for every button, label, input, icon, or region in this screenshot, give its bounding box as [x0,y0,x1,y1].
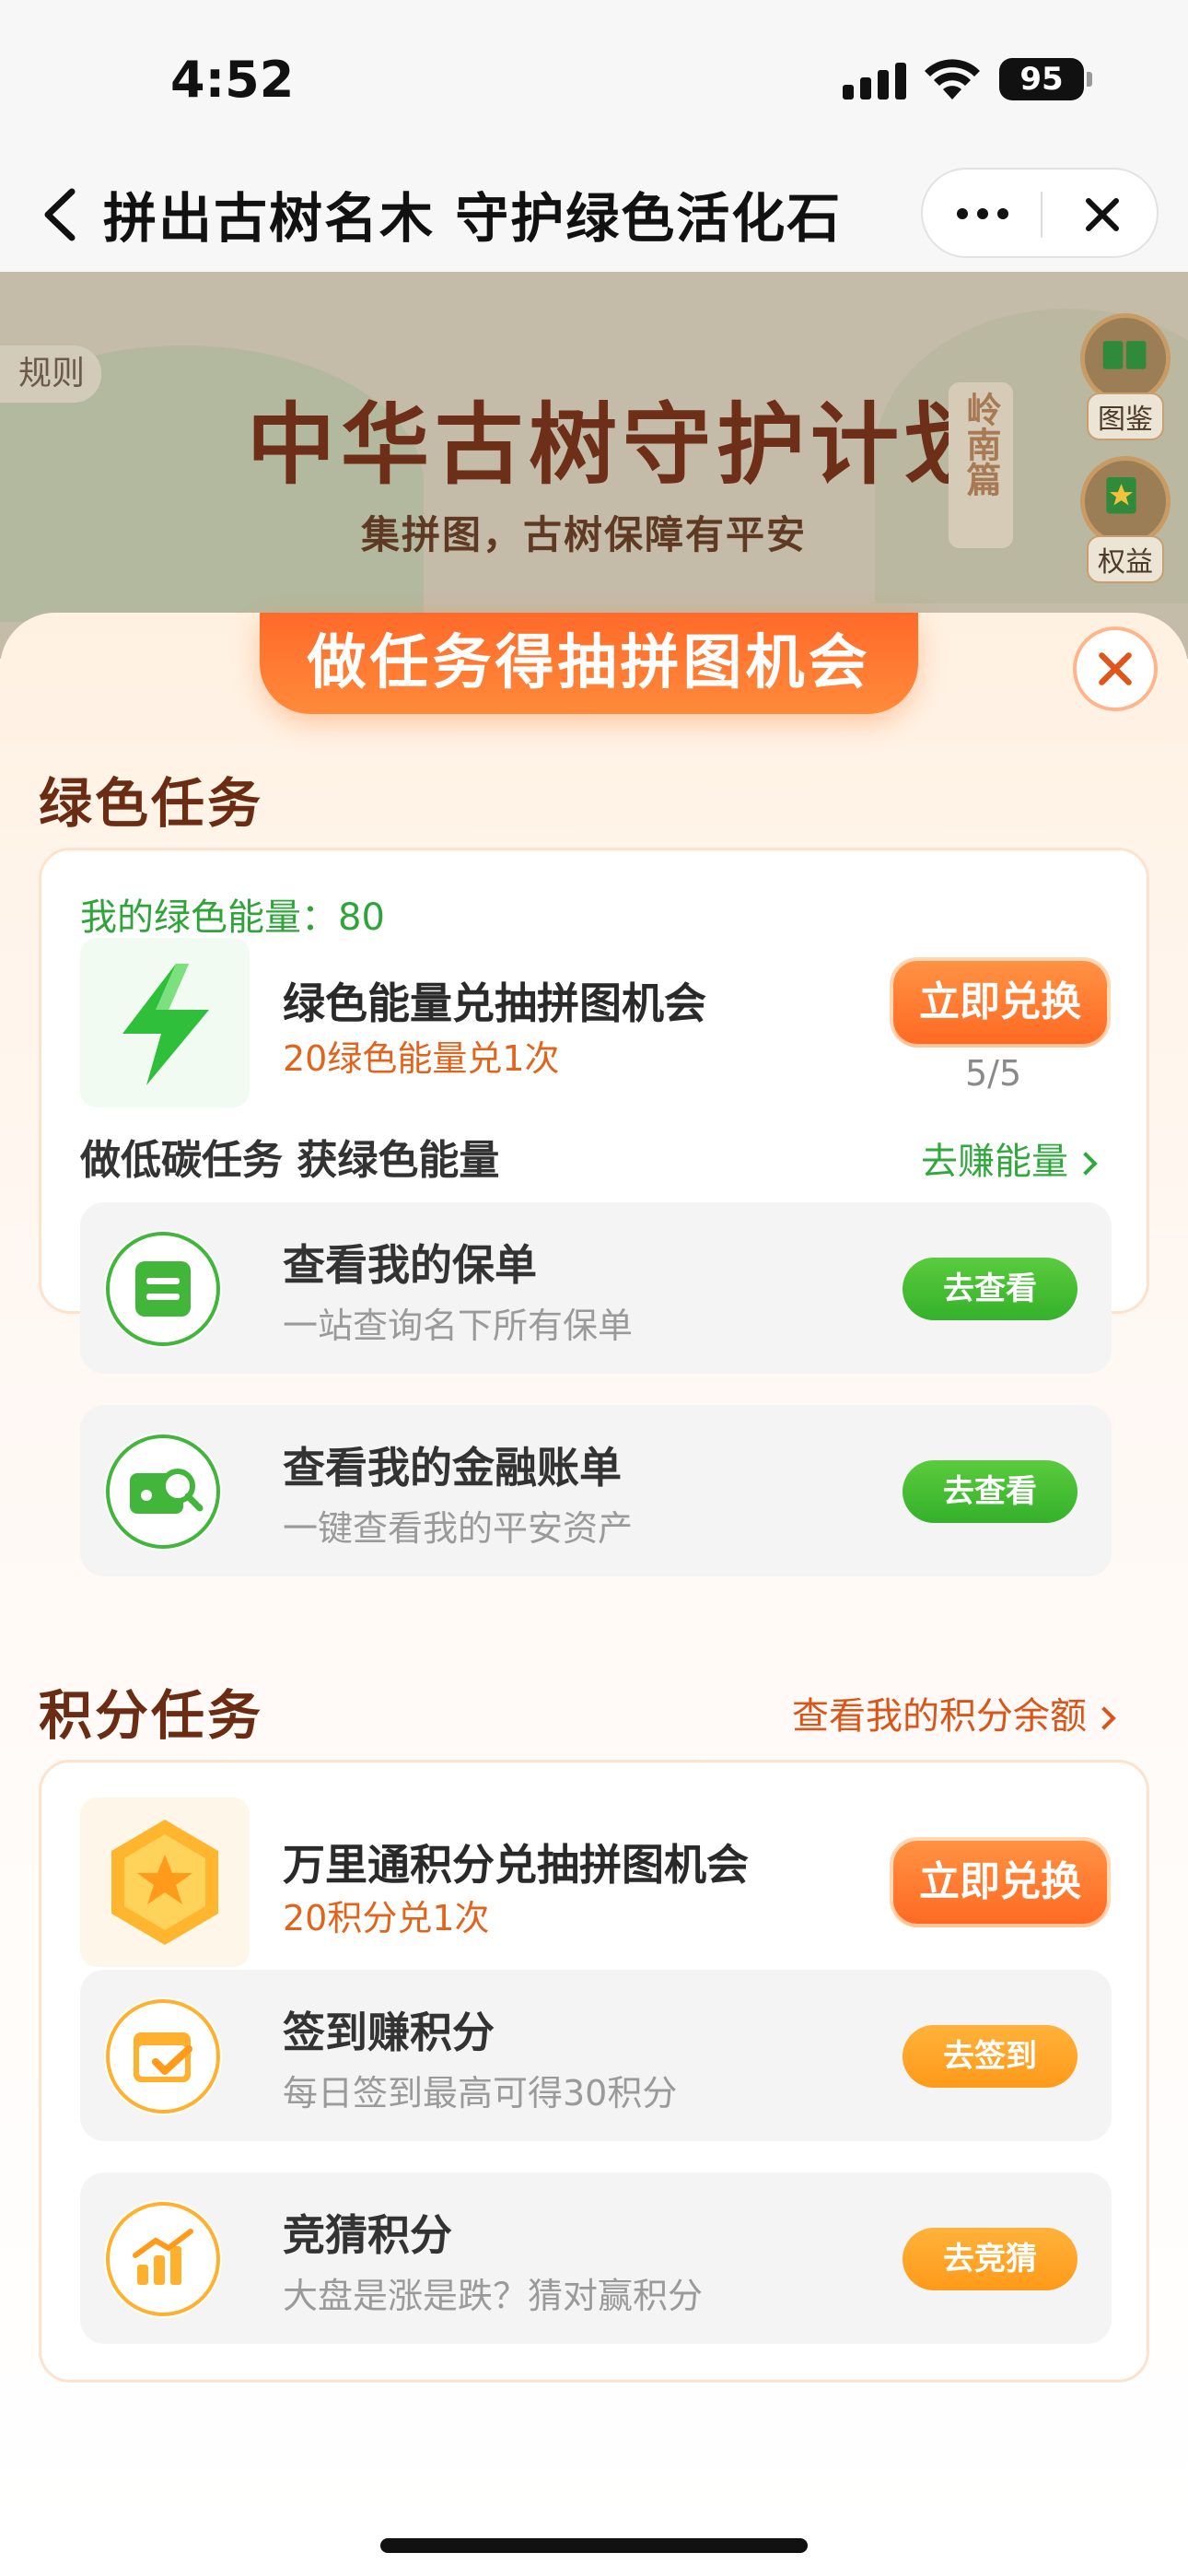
task-description: 大盘是涨是跌？猜对赢积分 [283,2276,704,2316]
catalog-label: 图鉴 [1087,392,1164,440]
task-item: 竞猜积分 大盘是涨是跌？猜对赢积分 去竞猜 [80,2172,1112,2344]
bill-search-icon [104,1433,222,1551]
modal-close-icon[interactable] [1073,626,1158,711]
green-energy-balance: 我的绿色能量：80 [80,896,385,939]
earn-energy-label: 去赚能量 [921,1141,1068,1183]
earn-energy-link[interactable]: 去赚能量 [921,1131,1098,1185]
task-item: 查看我的保单 一站查询名下所有保单 去查看 [80,1202,1112,1374]
task-modal-sheet: 做任务得抽拼图机会 绿色任务 我的绿色能量：80 绿色能量兑抽拼图机会 20绿色… [0,613,1188,2576]
points-balance-label: 查看我的积分余额 [792,1695,1087,1738]
view-policy-button[interactable]: 去查看 [903,1258,1077,1320]
task-title: 竞猜积分 [283,2210,452,2260]
modal-header: 做任务得抽拼图机会 [260,613,918,714]
status-bar: 4:52 95 [0,0,1188,157]
banner-title: 中华古树守护计划 [247,393,998,497]
calendar-check-icon [104,1997,222,2115]
exchange-count: 5/5 [965,1053,1022,1094]
lightning-icon [80,938,250,1107]
status-time: 4:52 [170,51,295,109]
points-section-title: 积分任务 [39,1684,264,1747]
view-bill-button[interactable]: 去查看 [903,1460,1077,1523]
task-title: 查看我的金融账单 [283,1443,622,1493]
policy-icon [104,1230,222,1348]
bar-chart-icon [104,2200,222,2318]
chevron-right-icon [1092,1706,1116,1730]
book-icon [1080,313,1171,404]
benefits-button[interactable]: 权益 [1077,456,1173,583]
capsule-divider [1041,192,1042,238]
chevron-right-icon [1074,1152,1098,1176]
green-section-title: 绿色任务 [39,772,264,835]
green-task-card: 我的绿色能量：80 绿色能量兑抽拼图机会 20绿色能量兑1次 立即兑换 5/5 … [39,848,1149,1576]
rules-button[interactable]: 规则 [0,345,101,403]
task-title: 签到赚积分 [283,2008,495,2057]
check-in-button[interactable]: 去签到 [903,2025,1077,2088]
star-badge-icon [1080,456,1171,546]
banner-subtitle: 集拼图，古树保障有平安 [361,512,808,557]
task-title: 查看我的保单 [283,1240,537,1290]
task-item: 签到赚积分 每日签到最高可得30积分 去签到 [80,1970,1112,2141]
catalog-button[interactable]: 图鉴 [1077,313,1173,440]
guess-button[interactable]: 去竞猜 [903,2228,1077,2290]
battery-tip [1087,72,1092,87]
task-description: 一键查看我的平安资产 [283,1508,634,1549]
home-indicator [380,2538,808,2553]
wifi-icon [925,59,980,100]
task-item: 查看我的金融账单 一键查看我的平安资产 去查看 [80,1405,1112,1576]
points-exchange-button[interactable]: 立即兑换 [893,1841,1107,1924]
region-tag: 岭南篇 [949,382,1013,548]
mini-program-capsule [921,168,1159,258]
task-description: 一站查询名下所有保单 [283,1306,634,1346]
campaign-banner: 规则 中华古树守护计划 集拼图，古树保障有平安 岭南篇 图鉴 权益 [0,272,1188,659]
points-exchange-title: 万里通积分兑抽拼图机会 [283,1840,749,1890]
green-exchange-title: 绿色能量兑抽拼图机会 [283,978,706,1028]
page-title: 拼出古树名木 守护绿色活化石 [103,187,843,250]
low-carbon-heading: 做低碳任务 获绿色能量 [80,1137,500,1184]
points-exchange-subtitle: 20积分兑1次 [283,1898,490,1938]
cellular-signal-icon [843,63,906,100]
green-exchange-button[interactable]: 立即兑换 [893,961,1107,1044]
task-description: 每日签到最高可得30积分 [283,2073,678,2113]
points-coin-icon [80,1797,250,1967]
points-balance-link[interactable]: 查看我的积分余额 [792,1686,1116,1739]
battery-indicator: 95 [999,58,1084,100]
points-task-card: 万里通积分兑抽拼图机会 20积分兑1次 立即兑换 签到赚积分 每日签到最高可得3… [39,1760,1149,2383]
navigation-bar: 拼出古树名木 守护绿色活化石 [0,157,1188,272]
region-tag-text: 岭南篇 [961,392,1001,497]
green-exchange-subtitle: 20绿色能量兑1次 [283,1038,560,1079]
benefits-label: 权益 [1087,535,1164,583]
close-icon[interactable] [1079,192,1125,238]
back-arrow-icon[interactable] [37,182,83,247]
more-icon[interactable] [950,195,1015,232]
